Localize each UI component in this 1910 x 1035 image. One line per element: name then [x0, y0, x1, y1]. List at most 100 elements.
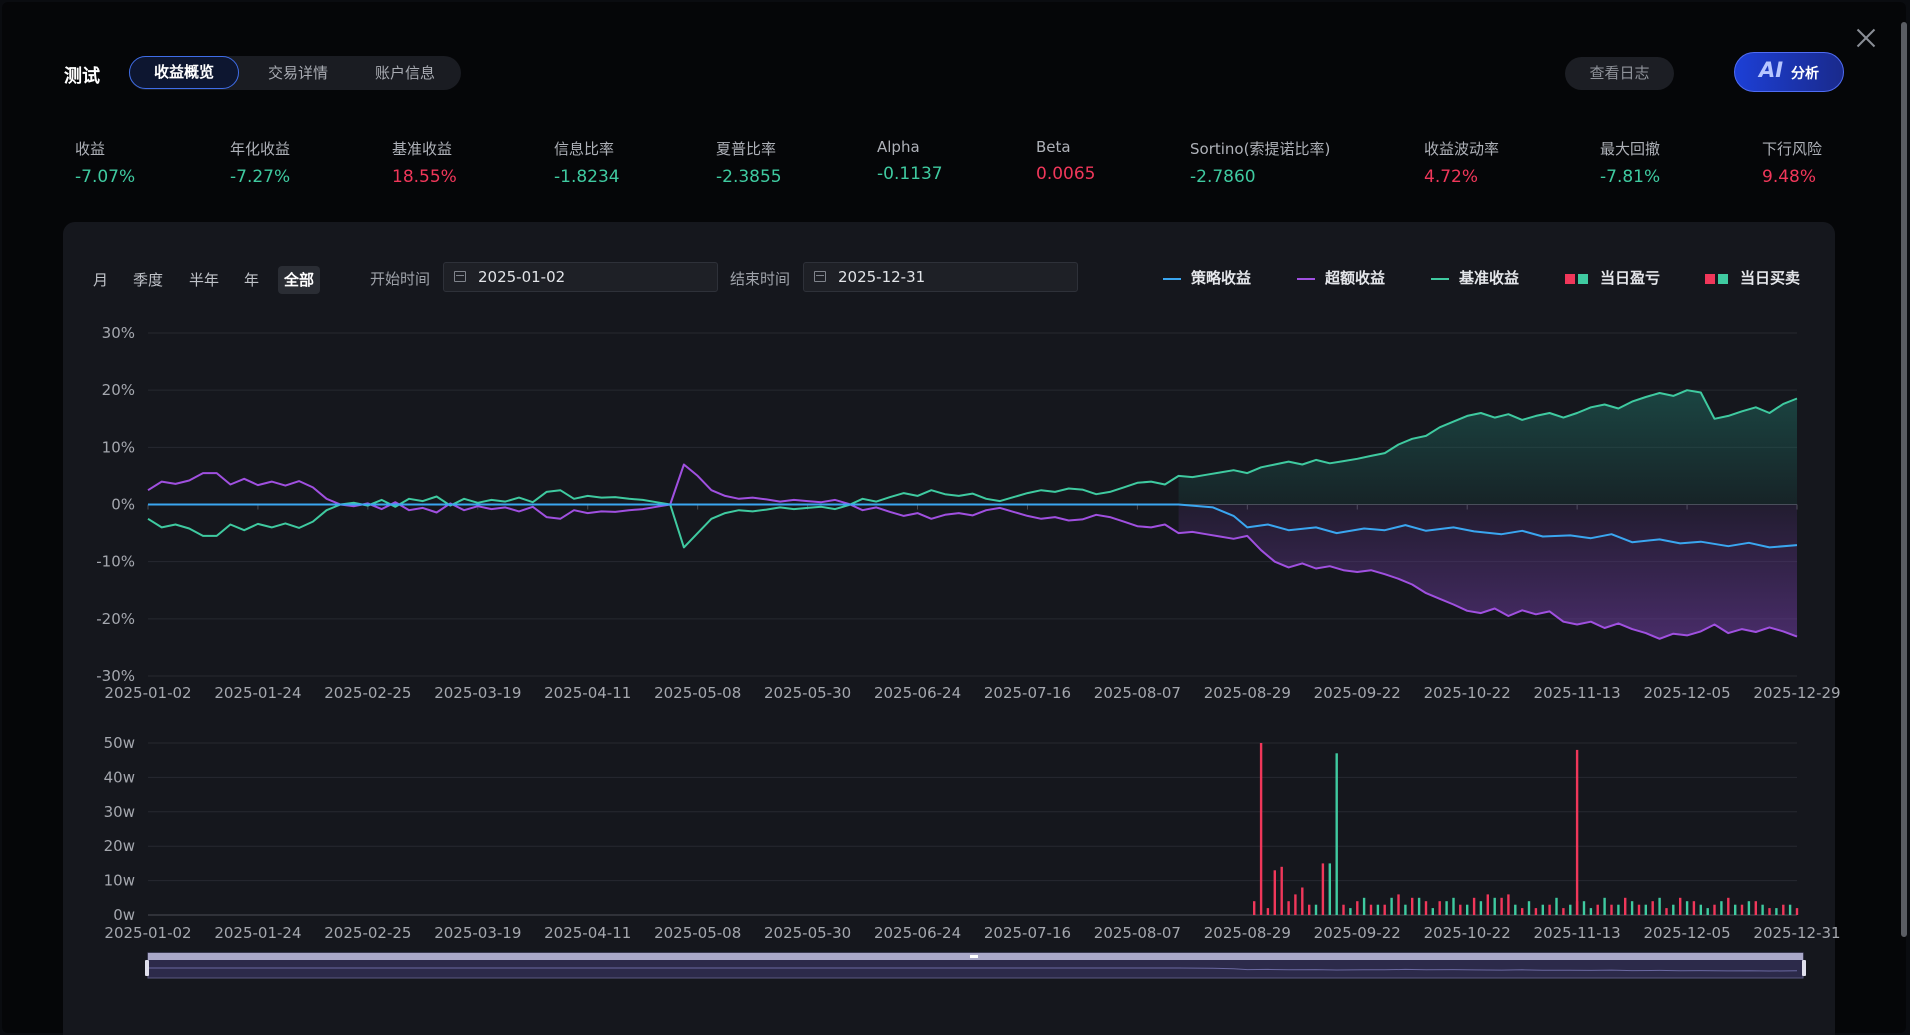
x-tick-label: 2025-09-22 [1314, 684, 1401, 702]
x-tick-label: 2025-04-11 [544, 924, 631, 942]
sell-volume-bar [1328, 863, 1331, 915]
buy-volume-bar [1521, 908, 1524, 915]
sell-volume-bar [1527, 901, 1531, 915]
buy-volume-bar [1596, 904, 1599, 915]
y-tick-label: 20% [102, 381, 135, 399]
buy-volume-bar [1472, 897, 1476, 915]
sell-volume-bar [1603, 897, 1606, 915]
sell-volume-bar [1376, 904, 1380, 915]
sell-volume-bar [1672, 904, 1675, 915]
buy-volume-bar [1438, 901, 1441, 915]
buy-volume-bar [1692, 901, 1696, 915]
buy-volume-bar [1356, 901, 1359, 915]
x-tick-label: 2025-05-30 [764, 684, 851, 702]
sell-volume-bar [1569, 904, 1572, 915]
x-tick-label: 2025-01-02 [104, 924, 191, 942]
buy-volume-bar [1369, 904, 1373, 915]
y-tick-label: 20w [104, 837, 135, 855]
x-tick-label: 2025-04-11 [544, 684, 631, 702]
buy-volume-bar [1266, 908, 1270, 915]
x-tick-label: 2025-06-24 [874, 684, 961, 702]
buy-volume-bar [1665, 908, 1668, 915]
sell-volume-bar [1390, 897, 1393, 915]
x-tick-label: 2025-06-24 [874, 924, 961, 942]
sell-volume-bar [1685, 901, 1689, 915]
sell-volume-bar [1630, 901, 1634, 915]
sell-volume-bar [1466, 904, 1469, 915]
buy-volume-bar [1301, 887, 1304, 915]
sell-volume-bar [1644, 904, 1647, 915]
buy-volume-bar [1321, 863, 1325, 915]
x-tick-label: 2025-08-29 [1204, 684, 1291, 702]
x-tick-label: 2025-11-13 [1534, 684, 1621, 702]
x-tick-label: 2025-05-08 [654, 684, 741, 702]
buy-volume-bar [1424, 901, 1428, 915]
buy-volume-bar [1259, 743, 1263, 915]
buy-volume-bar [1534, 908, 1538, 915]
sell-volume-bar [1617, 904, 1620, 915]
y-tick-label: -30% [96, 667, 135, 685]
sell-volume-bar [1445, 901, 1448, 915]
x-tick-label: 2025-05-08 [654, 924, 741, 942]
x-tick-label: 2025-12-05 [1643, 684, 1730, 702]
zoom-slider-left-handle [145, 960, 149, 976]
buy-volume-bar [1500, 897, 1503, 915]
sell-volume-bar [1589, 908, 1593, 915]
sell-volume-bar [1314, 904, 1318, 915]
zoom-slider-right-handle [1802, 960, 1806, 976]
buy-volume-bar [1280, 866, 1283, 915]
y-tick-label: -10% [96, 553, 135, 571]
buy-volume-bar [1507, 894, 1510, 915]
sell-volume-bar [1706, 908, 1709, 915]
buy-volume-bar [1308, 904, 1311, 915]
sell-volume-bar [1417, 897, 1421, 915]
x-tick-label: 2025-07-16 [984, 684, 1071, 702]
buy-volume-bar [1548, 904, 1551, 915]
sell-volume-bar [1541, 904, 1544, 915]
x-tick-label: 2025-10-22 [1424, 924, 1511, 942]
buy-volume-bar [1754, 901, 1757, 915]
zoom-slider-grip-icon [970, 955, 978, 958]
x-tick-label: 2025-12-31 [1753, 924, 1840, 942]
buy-volume-bar [1411, 897, 1414, 915]
y-tick-label: 30% [102, 324, 135, 342]
y-tick-label: 10w [104, 872, 135, 890]
sell-volume-bar [1658, 897, 1661, 915]
buy-volume-bar [1253, 901, 1256, 915]
buy-volume-bar [1637, 904, 1641, 915]
returns-chart[interactable]: 30%20%10%0%-10%-20%-30%2025-01-02 2025-01… [0, 0, 1910, 1035]
y-tick-label: 40w [104, 768, 135, 786]
buy-volume-bar [1294, 894, 1297, 915]
sell-volume-bar [1479, 901, 1483, 915]
sell-volume-bar [1452, 897, 1455, 915]
x-tick-label: 2025-10-22 [1424, 684, 1511, 702]
buy-volume-bar [1575, 749, 1579, 915]
x-tick-label: 2025-03-19 [434, 684, 521, 702]
x-tick-label: 2025-02-25 [324, 924, 411, 942]
y-tick-label: 50w [104, 734, 135, 752]
buy-volume-bar [1624, 897, 1627, 915]
x-tick-label: 2025-12-05 [1643, 924, 1730, 942]
sell-volume-bar [1493, 897, 1496, 915]
buy-volume-bar [1795, 908, 1799, 915]
buy-volume-bar [1459, 904, 1462, 915]
x-tick-label: 2025-12-29 [1753, 684, 1840, 702]
sell-volume-bar [1747, 901, 1751, 915]
buy-volume-bar [1273, 870, 1276, 915]
sell-volume-bar [1761, 904, 1764, 915]
buy-volume-bar [1342, 904, 1345, 915]
sell-volume-bar [1699, 904, 1702, 915]
buy-volume-bar [1727, 897, 1730, 915]
x-tick-label: 2025-05-30 [764, 924, 851, 942]
buy-volume-bar [1740, 904, 1744, 915]
buy-volume-bar [1610, 904, 1613, 915]
x-tick-label: 2025-03-19 [434, 924, 521, 942]
buy-volume-bar [1782, 904, 1785, 915]
y-tick-label: 0% [111, 496, 135, 514]
sell-volume-bar [1404, 904, 1407, 915]
y-tick-label: -20% [96, 610, 135, 628]
x-tick-label: 2025-08-29 [1204, 924, 1291, 942]
sell-volume-bar [1734, 904, 1737, 915]
x-tick-label: 2025-08-07 [1094, 684, 1181, 702]
sell-volume-bar [1335, 753, 1338, 915]
